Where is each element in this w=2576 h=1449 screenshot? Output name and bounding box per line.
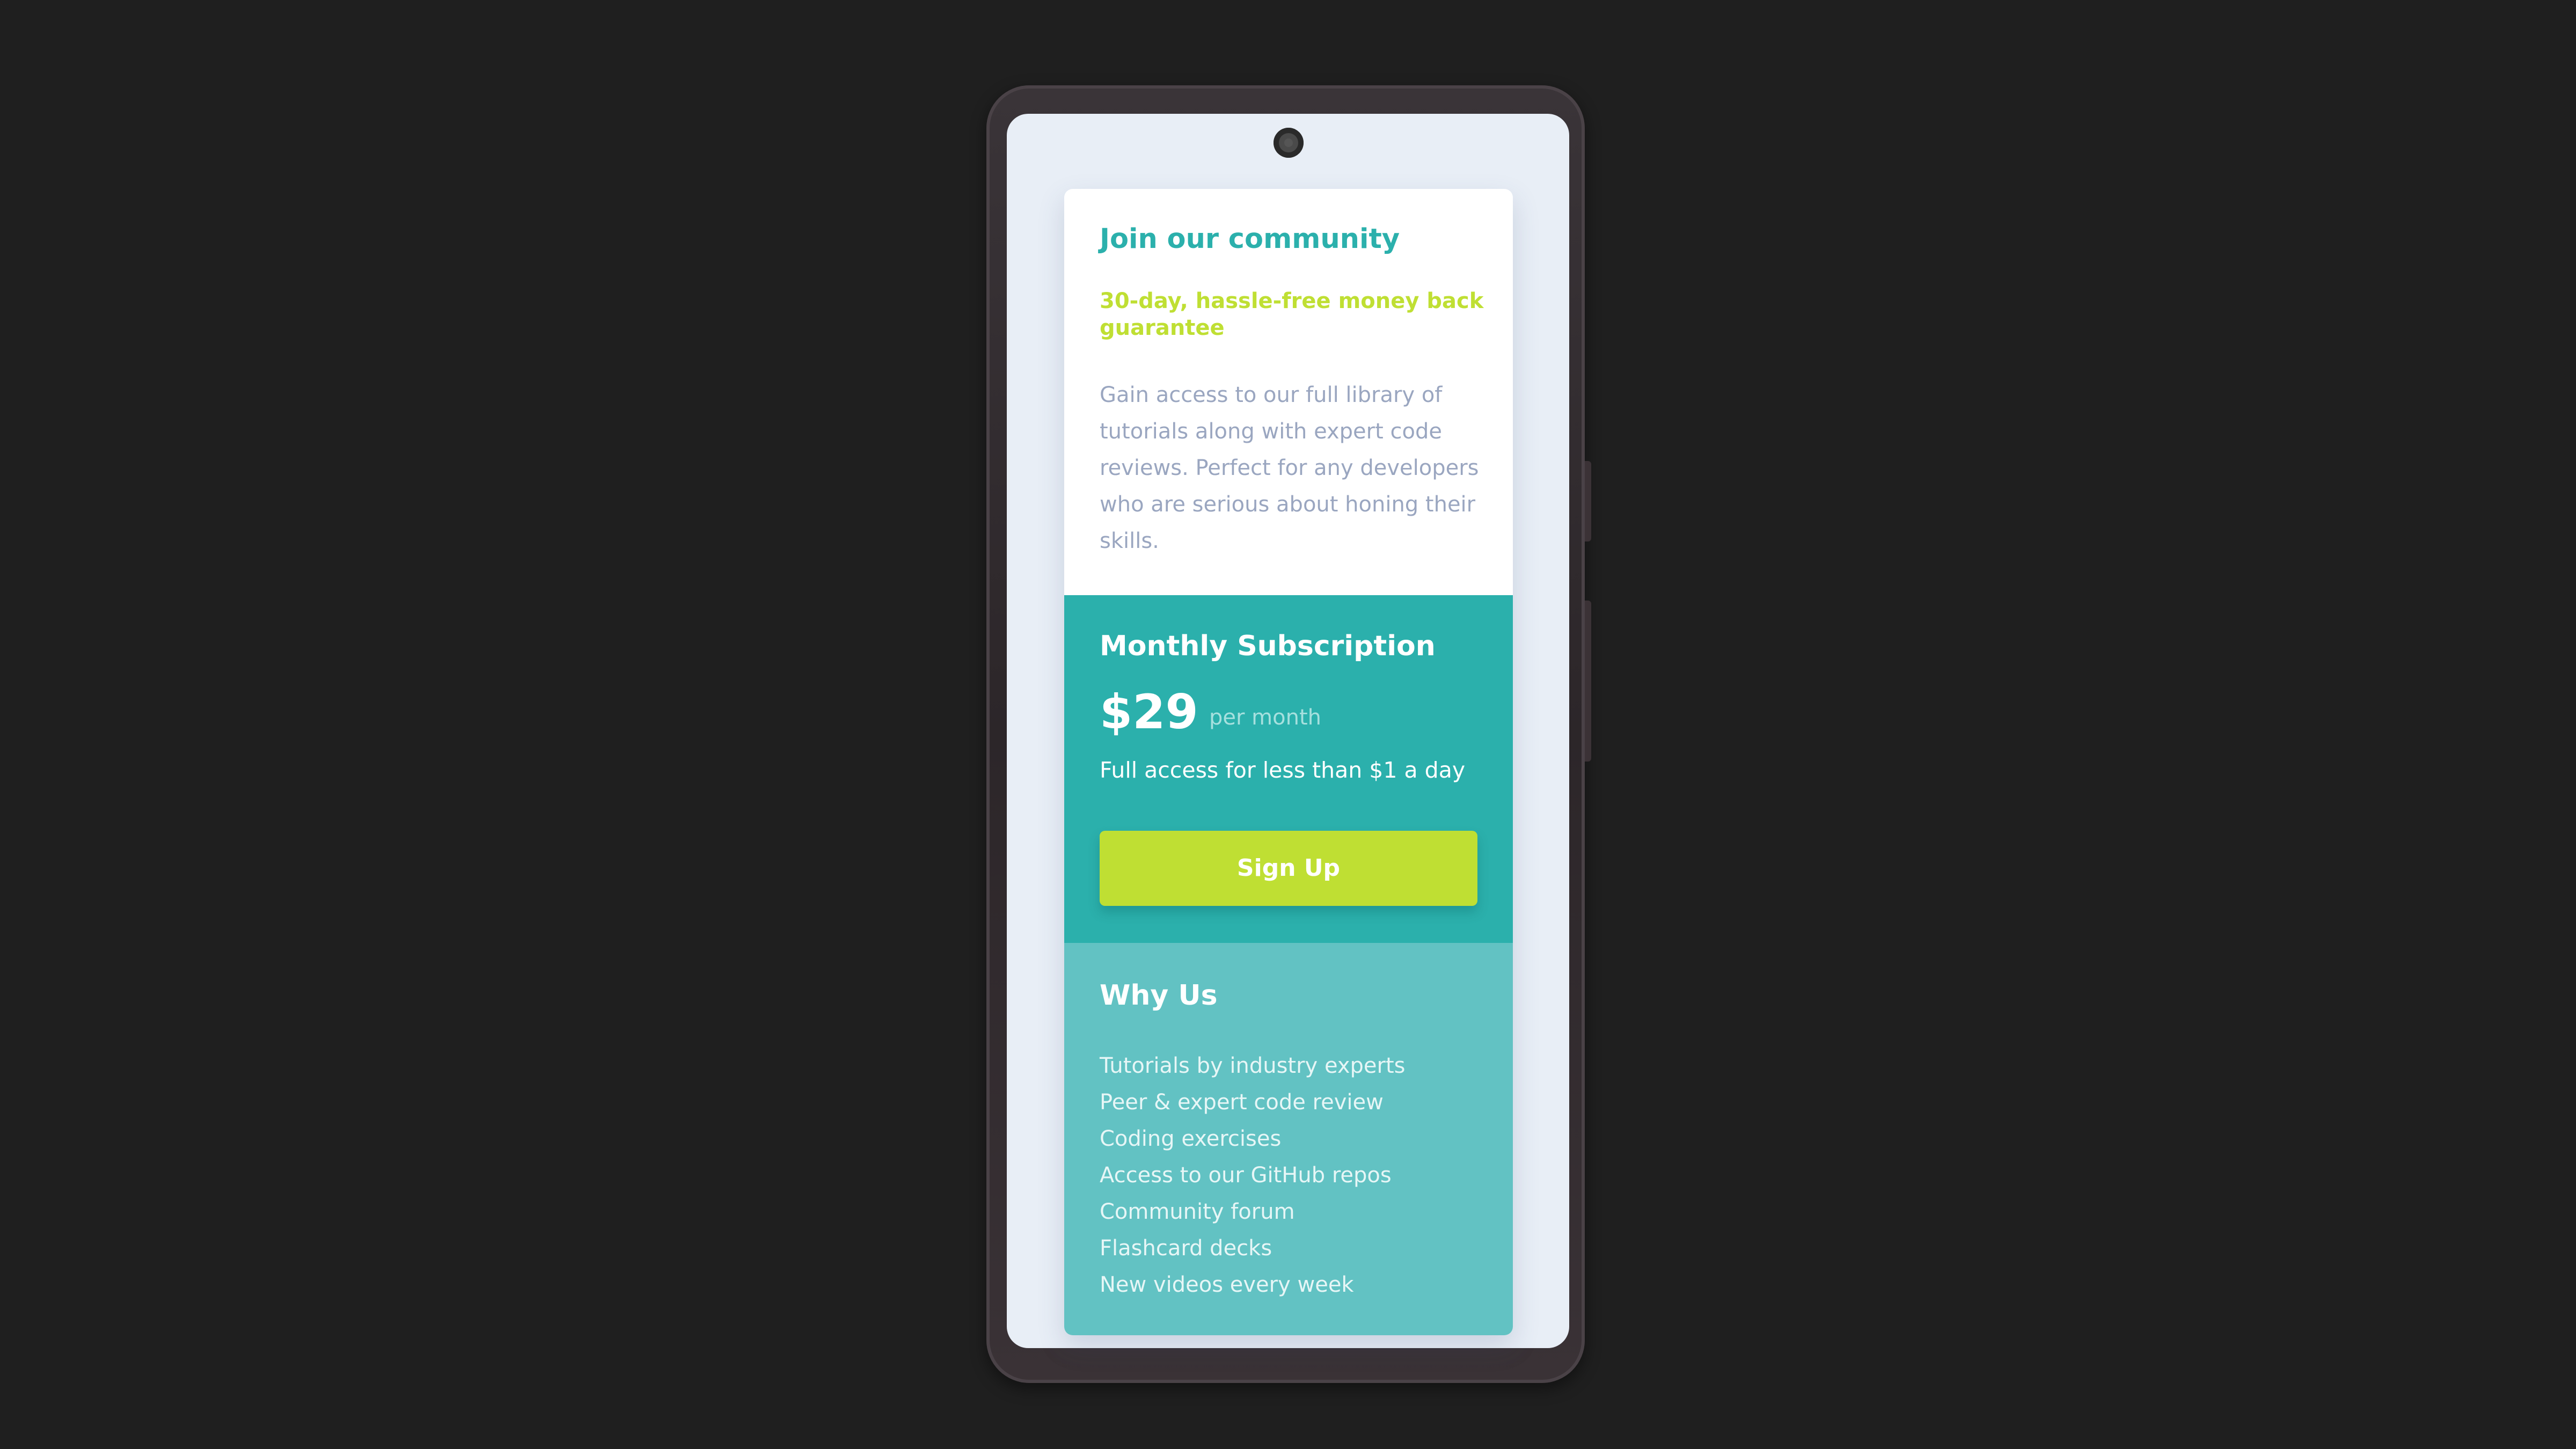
intro-section: Join our community 30-day, hassle-free m…: [1064, 189, 1513, 595]
list-item: Coding exercises: [1100, 1126, 1282, 1151]
subscription-tagline: Full access for less than $1 a day: [1100, 757, 1466, 783]
price-period: per month: [1209, 705, 1321, 730]
pricing-card: Join our community 30-day, hassle-free m…: [1064, 189, 1513, 1335]
list-item: Community forum: [1100, 1199, 1295, 1224]
subscription-title: Monthly Subscription: [1100, 630, 1436, 662]
list-item: Flashcard decks: [1100, 1236, 1272, 1261]
intro-description: Gain access to our full library of tutor…: [1100, 383, 1479, 553]
why-us-list: Tutorials by industry experts Peer & exp…: [1100, 1048, 1406, 1303]
sign-up-button[interactable]: Sign Up: [1100, 831, 1477, 906]
volume-button: [1585, 601, 1591, 762]
list-item: Tutorials by industry experts: [1100, 1053, 1406, 1078]
list-item: Peer & expert code review: [1100, 1090, 1384, 1115]
power-button: [1585, 461, 1591, 541]
front-camera-icon: [1274, 128, 1304, 158]
list-item: Access to our GitHub repos: [1100, 1163, 1392, 1188]
community-title: Join our community: [1100, 223, 1400, 255]
guarantee-text: 30-day, hassle-free money back guarantee: [1100, 289, 1484, 340]
price-amount: $29: [1100, 684, 1198, 740]
why-us-title: Why Us: [1100, 979, 1218, 1012]
list-item: New videos every week: [1100, 1272, 1354, 1297]
